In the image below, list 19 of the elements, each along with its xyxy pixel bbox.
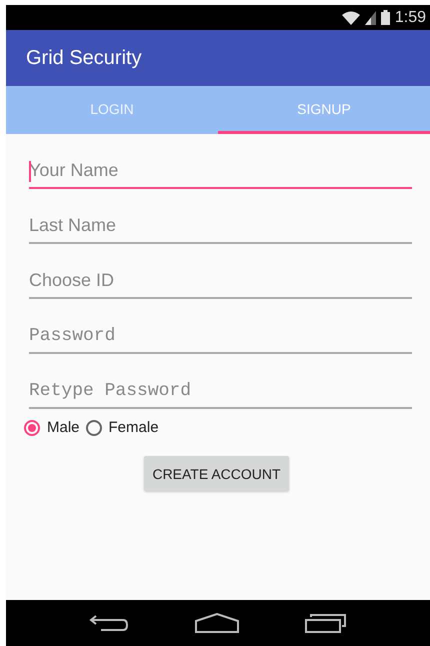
radio-label[interactable]: Male xyxy=(47,419,80,436)
recent-apps-icon[interactable] xyxy=(305,613,347,633)
input-field[interactable]: Last Name xyxy=(29,211,412,244)
input-field[interactable]: Your Name xyxy=(29,156,412,189)
signal-icon xyxy=(364,10,376,24)
wifi-icon xyxy=(342,10,360,24)
radio-button[interactable] xyxy=(86,420,102,436)
radio-button[interactable] xyxy=(24,420,40,436)
app-title: Grid Security xyxy=(26,46,142,70)
back-icon[interactable] xyxy=(89,614,129,632)
battery-icon xyxy=(380,10,390,25)
create-account-button[interactable]: CREATE ACCOUNT xyxy=(144,456,289,491)
radio-label[interactable]: Female xyxy=(108,419,159,436)
input-field[interactable]: Choose ID xyxy=(29,266,412,299)
text-cursor xyxy=(29,161,31,182)
input-field[interactable]: Retype Password xyxy=(29,376,412,409)
home-icon[interactable] xyxy=(195,613,239,633)
status-time: 1:59 xyxy=(394,8,426,26)
input-field[interactable]: Password xyxy=(29,321,412,354)
